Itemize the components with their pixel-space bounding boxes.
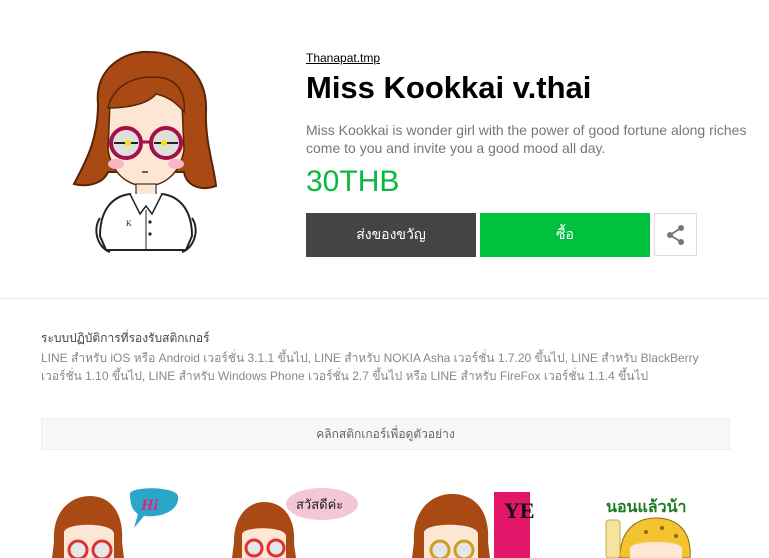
gift-button-label: ส่งของขวัญ: [356, 226, 426, 242]
sticker-price: 30THB: [306, 165, 400, 198]
svg-text:YE: YE: [504, 498, 535, 523]
gift-button[interactable]: ส่งของขวัญ: [306, 213, 476, 257]
share-icon: [666, 224, 684, 245]
preview-hint-label: คลิกสติกเกอร์เพื่อดูตัวอย่าง: [316, 426, 455, 441]
svg-text:นอนแล้วน้า: นอนแล้วน้า: [606, 497, 687, 516]
supported-os-text: LINE สำหรับ iOS หรือ Android เวอร์ชั่น 3…: [41, 351, 699, 383]
buy-button-label: ซื้อ: [556, 226, 574, 242]
sticker-description: Miss Kookkai is wonder girl with the pow…: [306, 122, 747, 156]
svg-text:K: K: [126, 219, 132, 228]
share-button[interactable]: [654, 213, 697, 256]
sticker-thumb-goodnight[interactable]: นอนแล้วน้า: [580, 482, 730, 558]
sticker-grid: Hi สวัสดีค่ะ YE นอนแล้วน้า: [0, 482, 769, 558]
supported-os-heading: ระบบปฏิบัติการที่รองรับสติกเกอร์: [41, 331, 210, 345]
author-link[interactable]: Thanapat.tmp: [306, 51, 380, 65]
sticker-main-image: K: [72, 50, 218, 253]
sticker-thumb-hi[interactable]: Hi: [40, 482, 190, 558]
svg-text:Hi: Hi: [140, 497, 158, 514]
svg-text:สวัสดีค่ะ: สวัสดีค่ะ: [296, 497, 343, 513]
preview-hint-bar[interactable]: คลิกสติกเกอร์เพื่อดูตัวอย่าง: [41, 418, 730, 450]
sticker-header: K Thanapat.tmp Miss Kookkai v.thai Miss …: [0, 0, 769, 299]
sticker-thumb-hello-thai[interactable]: สวัสดีค่ะ: [220, 482, 370, 558]
sticker-title: Miss Kookkai v.thai: [306, 70, 592, 105]
sticker-thumb-yes[interactable]: YE: [400, 482, 550, 558]
buy-button[interactable]: ซื้อ: [480, 213, 650, 257]
